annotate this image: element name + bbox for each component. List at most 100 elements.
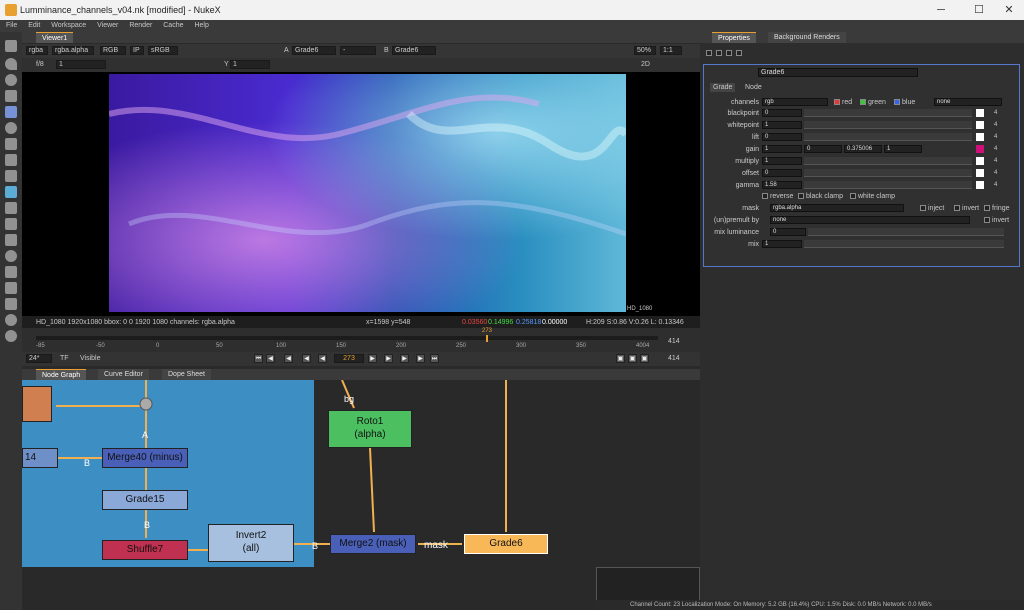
- dot-node[interactable]: [139, 397, 153, 411]
- 3d-tool-icon[interactable]: [5, 186, 17, 198]
- node-shuffle7[interactable]: Shuffle7: [102, 540, 188, 560]
- tab-curve-editor[interactable]: Curve Editor: [98, 369, 149, 380]
- knob-slider[interactable]: [804, 181, 972, 189]
- color-swatch[interactable]: [976, 169, 984, 177]
- play-back-button[interactable]: ◀: [302, 354, 311, 363]
- channel-count-button[interactable]: 4: [994, 158, 997, 164]
- channel-count-button[interactable]: 4: [994, 134, 997, 140]
- knob-value-field[interactable]: 1: [762, 121, 802, 129]
- play-forward-button[interactable]: ▶: [368, 354, 377, 363]
- channels-select[interactable]: rgba: [26, 46, 48, 55]
- color-swatch[interactable]: [976, 109, 984, 117]
- tab-node-graph[interactable]: Node Graph: [36, 369, 87, 380]
- step-forward-button[interactable]: ▶: [384, 354, 393, 363]
- color-swatch[interactable]: [976, 121, 984, 129]
- fringe-check[interactable]: [984, 205, 990, 211]
- color-swatch[interactable]: [976, 157, 984, 165]
- mix-luminance-field[interactable]: 0: [770, 228, 806, 236]
- node-grade6[interactable]: Grade6: [464, 534, 548, 554]
- menu-workspace[interactable]: Workspace: [51, 22, 86, 29]
- knob-slider[interactable]: [804, 157, 972, 165]
- frame-end-bottom[interactable]: 414: [668, 355, 680, 362]
- max-panels-icon[interactable]: [716, 50, 722, 56]
- knob-slider[interactable]: [804, 109, 972, 117]
- subtab-node[interactable]: Node: [742, 83, 765, 92]
- first-frame-button[interactable]: ⏮: [254, 354, 263, 363]
- last-frame-button[interactable]: ⏭: [430, 354, 439, 363]
- gain-field[interactable]: 1: [56, 60, 106, 69]
- clear-panels-icon[interactable]: [726, 50, 732, 56]
- zoom-select[interactable]: 50%: [634, 46, 656, 55]
- knob-slider[interactable]: [804, 169, 972, 177]
- ip-toggle[interactable]: IP: [130, 46, 144, 55]
- knob-component-field[interactable]: 1: [884, 145, 922, 153]
- color-tool-icon[interactable]: [5, 106, 17, 118]
- alpha-select[interactable]: rgba.alpha: [52, 46, 94, 55]
- prev-key-button[interactable]: ◀: [266, 354, 275, 363]
- red-check[interactable]: [834, 99, 840, 105]
- edit-icon[interactable]: [736, 50, 742, 56]
- ocio-tool-icon[interactable]: [5, 314, 17, 326]
- render-button[interactable]: ▣: [640, 354, 649, 363]
- knob-component-field[interactable]: 0.375006: [844, 145, 882, 153]
- cara-tool-icon[interactable]: [5, 330, 17, 342]
- gamma-field[interactable]: 1: [230, 60, 270, 69]
- knob-value-field[interactable]: 0: [762, 133, 802, 141]
- green-check[interactable]: [860, 99, 866, 105]
- color-swatch[interactable]: [976, 145, 984, 153]
- frame-end-top[interactable]: 414: [668, 338, 680, 345]
- tab-dope-sheet[interactable]: Dope Sheet: [162, 369, 211, 380]
- node-grade15[interactable]: Grade15: [102, 490, 188, 510]
- channels-field[interactable]: rgb: [762, 98, 828, 106]
- menu-help[interactable]: Help: [194, 22, 208, 29]
- step-back-button[interactable]: ◀: [318, 354, 327, 363]
- knob-value-field[interactable]: 1: [762, 145, 802, 153]
- maximize-button[interactable]: ☐: [964, 2, 994, 18]
- minimize-button[interactable]: ─: [926, 2, 956, 18]
- inject-check[interactable]: [920, 205, 926, 211]
- mix-slider[interactable]: [804, 240, 1004, 248]
- draw-tool-icon[interactable]: [5, 58, 17, 70]
- furnace-tool-icon[interactable]: [5, 298, 17, 310]
- mask-field[interactable]: rgba.alpha: [770, 204, 904, 212]
- particles-tool-icon[interactable]: [5, 202, 17, 214]
- wipe-select[interactable]: -: [340, 46, 376, 55]
- toolsets-tool-icon[interactable]: [5, 266, 17, 278]
- fps-select[interactable]: 24*: [26, 354, 52, 363]
- invert-mask-check[interactable]: [954, 205, 960, 211]
- channel-count-button[interactable]: 4: [994, 146, 997, 152]
- prev-frame-button[interactable]: ◀: [284, 354, 293, 363]
- tab-background-renders[interactable]: Background Renders: [768, 32, 846, 43]
- transform-tool-icon[interactable]: [5, 170, 17, 182]
- display-select[interactable]: sRGB: [148, 46, 178, 55]
- flipbook-button[interactable]: ▣: [616, 354, 625, 363]
- lock-icon[interactable]: [706, 50, 712, 56]
- other-tool-icon[interactable]: [5, 282, 17, 294]
- mix-luminance-slider[interactable]: [808, 228, 1004, 236]
- time-tool-icon[interactable]: [5, 74, 17, 86]
- timeline-track[interactable]: [36, 336, 658, 340]
- colorspace-select[interactable]: RGB: [100, 46, 126, 55]
- menu-cache[interactable]: Cache: [163, 22, 183, 29]
- menu-render[interactable]: Render: [129, 22, 152, 29]
- menu-edit[interactable]: Edit: [28, 22, 40, 29]
- tf-select[interactable]: TF: [60, 355, 69, 362]
- knob-value-field[interactable]: 1: [762, 157, 802, 165]
- invert-unpremult-check[interactable]: [984, 217, 990, 223]
- knob-slider[interactable]: [804, 121, 972, 129]
- knob-component-field[interactable]: 0: [804, 145, 842, 153]
- b-input-select[interactable]: Grade6: [392, 46, 436, 55]
- views-tool-icon[interactable]: [5, 234, 17, 246]
- image-tool-icon[interactable]: [5, 40, 17, 52]
- menu-viewer[interactable]: Viewer: [97, 22, 118, 29]
- tab-properties[interactable]: Properties: [712, 32, 756, 43]
- a-input-select[interactable]: Grade6: [292, 46, 336, 55]
- alpha-channel-field[interactable]: none: [934, 98, 1002, 106]
- node-name-field[interactable]: Grade6: [758, 68, 918, 77]
- close-button[interactable]: ✕: [994, 2, 1024, 18]
- next-frame-button[interactable]: ▶: [400, 354, 409, 363]
- mix-field[interactable]: 1: [762, 240, 802, 248]
- knob-value-field[interactable]: 1.58: [762, 181, 802, 189]
- tab-viewer1[interactable]: Viewer1: [36, 32, 74, 43]
- playhead[interactable]: [486, 335, 488, 342]
